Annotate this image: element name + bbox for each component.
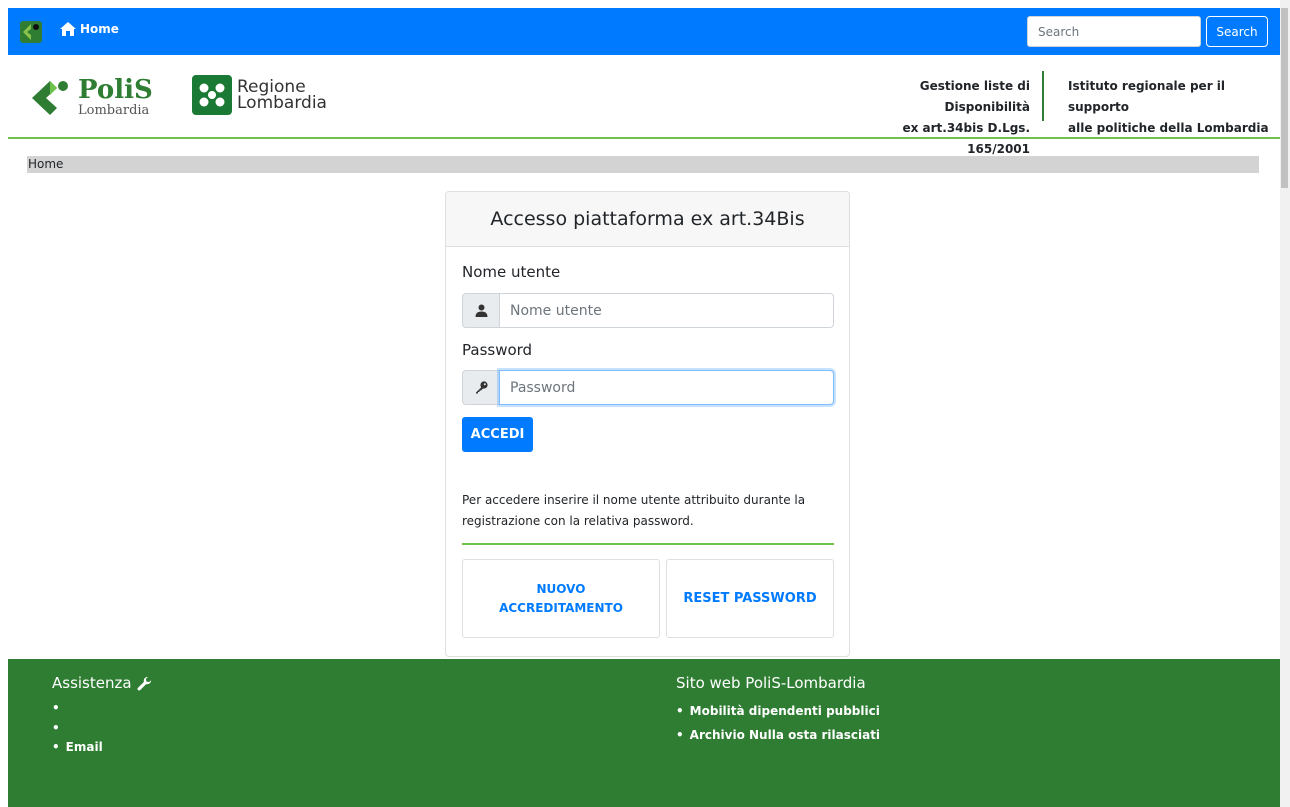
user-icon [462, 293, 499, 328]
username-label: Nome utente [462, 263, 561, 281]
regione-lombardia-logo[interactable]: Regione Lombardia [192, 75, 327, 115]
new-accreditation-button[interactable]: NUOVO ACCREDITAMENTO [462, 559, 660, 638]
service-description: Gestione liste di Disponibilità ex art.3… [844, 76, 1030, 160]
assistance-title: Assistenza [52, 674, 132, 692]
username-input[interactable] [499, 293, 834, 328]
new-accreditation-line2: ACCREDITAMENTO [499, 600, 623, 615]
password-label: Password [462, 341, 533, 359]
polis-sub: Lombardia [78, 103, 150, 118]
new-accreditation-line1: NUOVO [536, 581, 586, 596]
service-line2: ex art.34bis D.Lgs. 165/2001 [902, 121, 1030, 156]
institute-line1: Istituto regionale per il supporto [1068, 79, 1226, 114]
search-input[interactable] [1027, 16, 1201, 47]
nav-home-link[interactable]: Home [60, 22, 119, 36]
wrench-icon [137, 676, 151, 690]
login-title: Accesso piattaforma ex art.34Bis [446, 192, 849, 247]
footer-assistance: Assistenza Email [52, 673, 152, 758]
password-input[interactable] [499, 370, 834, 405]
login-button[interactable]: ACCEDI [462, 417, 533, 452]
service-line1: Gestione liste di Disponibilità [919, 79, 1030, 114]
reset-password-label: RESET PASSWORD [683, 591, 817, 606]
search-button[interactable]: Search [1206, 16, 1268, 47]
breadcrumb-home[interactable]: Home [28, 157, 63, 171]
top-navbar: Home Search [8, 8, 1280, 55]
website-link-archive[interactable]: Archivio Nulla osta rilasciati [676, 723, 880, 747]
username-group [462, 293, 834, 328]
password-group [462, 370, 834, 405]
page-scrollbar-thumb[interactable] [1281, 8, 1288, 188]
nav-home-label: Home [80, 22, 119, 36]
regione-line2: Lombardia [237, 93, 327, 113]
website-title: Sito web PoliS-Lombardia [676, 674, 866, 692]
footer-website: Sito web PoliS-Lombardia Mobilità dipend… [676, 673, 880, 747]
breadcrumb: Home [27, 156, 1259, 173]
login-help-text: Per accedere inserire il nome utente att… [462, 493, 806, 528]
polis-small-logo-icon[interactable] [20, 21, 42, 43]
institute-line2: alle politiche della Lombardia [1068, 121, 1269, 135]
home-icon [60, 22, 76, 36]
institute-description: Istituto regionale per il supporto alle … [1068, 76, 1280, 139]
website-link-mobility[interactable]: Mobilità dipendenti pubblici [676, 699, 880, 723]
login-divider [462, 543, 834, 545]
assistance-item[interactable] [52, 719, 152, 739]
reset-password-button[interactable]: RESET PASSWORD [666, 559, 834, 638]
key-icon [462, 370, 499, 405]
assistance-item[interactable] [52, 699, 152, 719]
polis-mark-icon [30, 77, 74, 117]
site-footer: Assistenza Email Sito web PoliS-Lombardi… [8, 659, 1280, 807]
rosa-camuna-icon [192, 75, 232, 115]
polis-logo[interactable]: PoliS Lombardia [30, 77, 153, 117]
login-card: Accesso piattaforma ex art.34Bis Nome ut… [445, 191, 850, 657]
site-header: PoliS Lombardia Regione Lombardia Gestio… [8, 55, 1280, 156]
assistance-item-email[interactable]: Email [52, 738, 152, 758]
polis-name: PoliS [78, 75, 153, 105]
header-divider [1042, 71, 1044, 121]
